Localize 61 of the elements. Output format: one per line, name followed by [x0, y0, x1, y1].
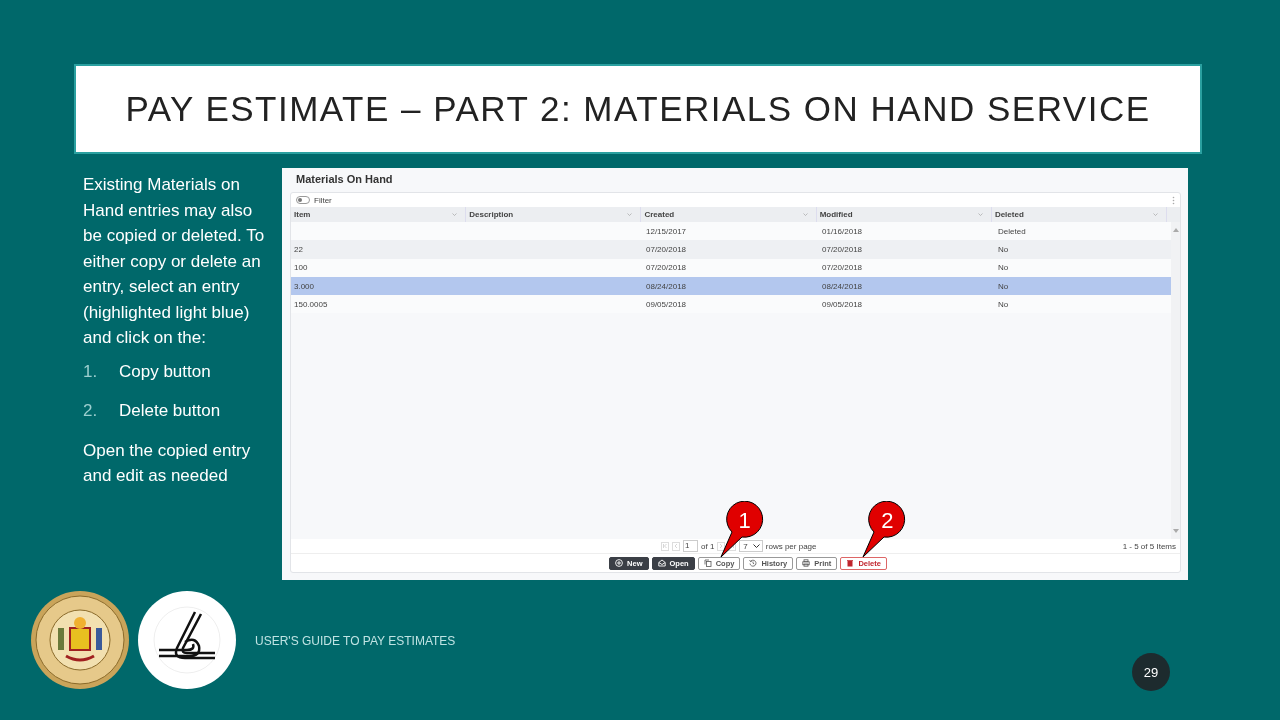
- callout-tooltip: [860, 500, 907, 559]
- footer-text: USER'S GUIDE TO PAY ESTIMATES: [255, 634, 456, 648]
- intro-text: Existing Materials on Hand entries may also be copied or deleted. To either copy or delete an entry, select an entry (highlighted light blue) and click on the:: [83, 174, 266, 349]
- table-cell: 09/05/2018: [822, 299, 863, 309]
- table-cell: 09/05/2018: [646, 299, 687, 309]
- step-number: 1.: [83, 360, 99, 383]
- table-cell: 3.000: [294, 281, 315, 291]
- table-cell: Deleted: [998, 226, 1026, 236]
- printer-icon: [802, 559, 811, 567]
- table-cell: 100: [294, 263, 308, 273]
- scroll-down-icon[interactable]: [1172, 529, 1179, 533]
- chevron-down-icon: [452, 213, 458, 216]
- scrollbar[interactable]: [1171, 222, 1180, 539]
- step-text: Delete button: [119, 400, 221, 422]
- first-page-icon: [663, 544, 667, 548]
- slide-title: PAY ESTIMATE – PART 2: MATERIALS ON HAND SERVICE: [125, 89, 1151, 129]
- table-cell: 07/20/2018: [822, 244, 863, 254]
- table-cell: 12/15/2017: [646, 226, 687, 236]
- callout-tooltip: [717, 500, 764, 559]
- page-heading: Materials On Hand: [296, 173, 393, 185]
- callout-number: 1: [737, 507, 752, 534]
- chevron-down-icon: [977, 213, 983, 216]
- chevron-down-icon: [802, 213, 808, 216]
- page-number: 29: [1132, 653, 1170, 691]
- chevron-left-icon: [674, 544, 678, 548]
- plus-circle-icon: [615, 559, 624, 567]
- table-cell: 150.0005: [294, 299, 328, 309]
- table-cell: No: [998, 299, 1009, 309]
- scroll-up-icon[interactable]: [1172, 228, 1179, 232]
- table-cell: 07/20/2018: [822, 263, 863, 273]
- last-page-icon: [730, 544, 735, 548]
- table-cell: 08/24/2018: [646, 281, 687, 291]
- page-count: of 1: [701, 541, 715, 551]
- table-cell: No: [998, 281, 1009, 291]
- chevron-down-icon: [627, 213, 633, 216]
- table-cell: No: [998, 263, 1009, 273]
- chevron-down-icon: [752, 544, 760, 548]
- table-cell: 01/16/2018: [822, 226, 863, 236]
- table-row[interactable]: 22 07/20/2018 07/20/2018 No: [291, 240, 1171, 259]
- closing-text: Open the copied entry and edit as needed: [83, 439, 252, 487]
- callout-number: 2: [880, 507, 895, 534]
- envelope-icon: [657, 559, 666, 567]
- item-count: 1 - 5 of 5 Items: [1122, 541, 1176, 551]
- table-cell: No: [998, 244, 1009, 254]
- table-cell: 08/24/2018: [822, 281, 863, 291]
- trash-icon: [846, 559, 855, 567]
- filter-label: Filter: [314, 195, 332, 205]
- chevron-right-icon: [719, 544, 724, 548]
- rows-per-page-select[interactable]: 7: [739, 540, 763, 552]
- previous-page-button[interactable]: [672, 541, 680, 551]
- chevron-down-icon: [1153, 213, 1159, 216]
- table-cell: 07/20/2018: [646, 244, 687, 254]
- copy-icon: [703, 559, 712, 567]
- history-icon: [749, 559, 758, 567]
- step-number: 2.: [83, 400, 99, 422]
- first-page-button[interactable]: [661, 541, 669, 551]
- page-input[interactable]: 1: [683, 540, 698, 552]
- rows-per-page-label: rows per page: [765, 541, 817, 551]
- step-text: Copy button: [119, 360, 211, 383]
- table-cell: 22: [294, 244, 303, 254]
- table-cell: 07/20/2018: [646, 263, 687, 273]
